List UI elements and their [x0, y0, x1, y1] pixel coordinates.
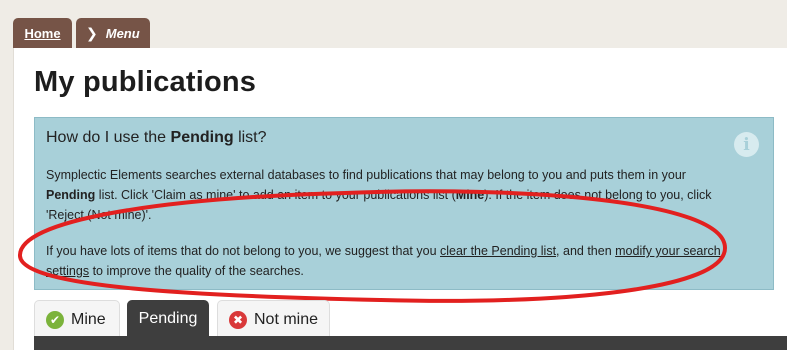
info-text: to improve the quality of the searches.	[89, 264, 304, 278]
info-heading-text: How do I use the	[46, 129, 171, 146]
info-text: , and then	[556, 244, 616, 258]
breadcrumb-home-label: Home	[24, 25, 61, 41]
x-icon: ✖	[229, 310, 247, 329]
info-bold-mine: Mine	[455, 188, 485, 202]
tab-pending[interactable]: Pending	[127, 300, 209, 338]
tab-not-mine-label: Not mine	[254, 310, 319, 328]
tab-not-mine[interactable]: ✖ Not mine	[217, 300, 330, 338]
clear-pending-link[interactable]: clear the Pending list	[440, 244, 556, 258]
breadcrumb-home-link[interactable]: Home	[13, 18, 72, 48]
breadcrumb-menu-label: Menu	[105, 25, 140, 41]
info-text: If you have lots of items that do not be…	[46, 244, 440, 258]
tab-mine[interactable]: ✔ Mine	[34, 300, 120, 338]
info-heading-text-end: list?	[233, 129, 267, 146]
info-paragraph-1: Symplectic Elements searches external da…	[46, 165, 726, 225]
info-icon: i	[734, 132, 759, 157]
info-text: list. Click 'Claim as mine' to add an it…	[95, 188, 456, 202]
check-icon: ✔	[46, 310, 64, 329]
info-text: Symplectic Elements searches external da…	[46, 168, 686, 182]
page-title: My publications	[34, 66, 257, 98]
info-bold-pending: Pending	[46, 188, 96, 202]
info-box: How do I use the Pending list? i Symplec…	[34, 117, 774, 290]
breadcrumb-menu-link[interactable]: ❯ Menu	[76, 18, 150, 48]
info-heading: How do I use the Pending list?	[46, 129, 267, 147]
info-heading-bold: Pending	[170, 129, 234, 146]
breadcrumb: Home ❯ Menu	[13, 18, 150, 48]
chevron-right-icon: ❯	[86, 24, 98, 41]
tab-mine-label: Mine	[71, 310, 106, 328]
tab-pending-label: Pending	[138, 310, 198, 327]
info-paragraph-2: If you have lots of items that do not be…	[46, 241, 726, 281]
tab-content-header	[34, 336, 787, 350]
